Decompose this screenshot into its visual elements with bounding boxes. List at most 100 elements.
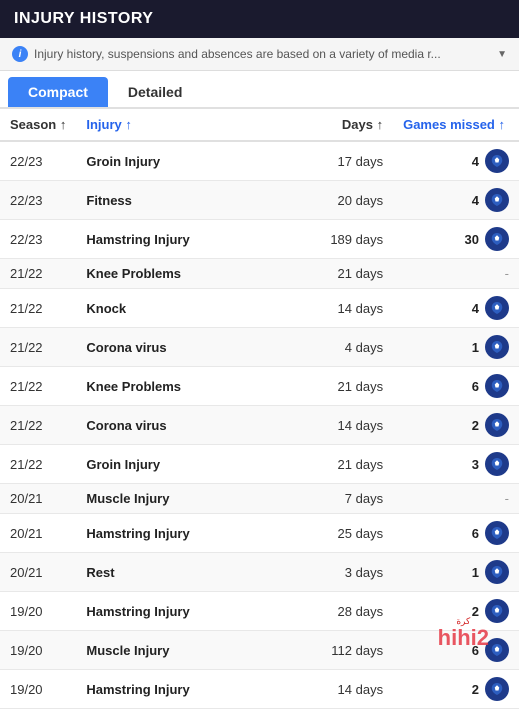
cell-days: 21 days [303, 259, 393, 289]
table-container: Season ↑ Injury ↑ Days ↑ Games missed ↑ … [0, 109, 519, 709]
injury-table: Season ↑ Injury ↑ Days ↑ Games missed ↑ … [0, 109, 519, 709]
page-header: INJURY HISTORY [0, 0, 519, 38]
games-value: - [505, 491, 509, 506]
cell-season: 22/23 [0, 220, 76, 259]
games-value: 6 [472, 526, 479, 541]
cell-days: 21 days [303, 367, 393, 406]
cell-games: 2 [393, 406, 519, 445]
games-value: 2 [472, 418, 479, 433]
cell-days: 189 days [303, 220, 393, 259]
cell-days: 4 days [303, 328, 393, 367]
table-row: 22/23 Fitness 20 days 4 [0, 181, 519, 220]
cell-days: 14 days [303, 289, 393, 328]
games-value: 4 [472, 301, 479, 316]
col-injury[interactable]: Injury ↑ [76, 109, 303, 141]
cell-season: 21/22 [0, 445, 76, 484]
club-icon [485, 296, 509, 320]
cell-days: 3 days [303, 553, 393, 592]
table-row: 20/21 Rest 3 days 1 [0, 553, 519, 592]
cell-games: 2 [393, 670, 519, 709]
info-bar: i Injury history, suspensions and absenc… [0, 38, 519, 71]
cell-days: 112 days [303, 631, 393, 670]
table-header-row: Season ↑ Injury ↑ Days ↑ Games missed ↑ [0, 109, 519, 141]
cell-injury: Knee Problems [76, 367, 303, 406]
cell-injury: Muscle Injury [76, 631, 303, 670]
tab-compact[interactable]: Compact [8, 77, 108, 107]
games-value: 1 [472, 340, 479, 355]
table-row: 20/21 Hamstring Injury 25 days 6 [0, 514, 519, 553]
cell-games: 1 [393, 553, 519, 592]
tab-detailed[interactable]: Detailed [108, 77, 202, 107]
games-value: 1 [472, 565, 479, 580]
cell-injury: Groin Injury [76, 445, 303, 484]
club-icon [485, 599, 509, 623]
table-row: 19/20 Hamstring Injury 28 days 2 [0, 592, 519, 631]
col-season[interactable]: Season ↑ [0, 109, 76, 141]
table-row: 21/22 Knock 14 days 4 [0, 289, 519, 328]
cell-season: 20/21 [0, 553, 76, 592]
cell-season: 21/22 [0, 406, 76, 445]
col-games-missed[interactable]: Games missed ↑ [393, 109, 519, 141]
cell-games: 6 [393, 514, 519, 553]
cell-games: 1 [393, 328, 519, 367]
games-value: 4 [472, 154, 479, 169]
cell-season: 19/20 [0, 631, 76, 670]
table-row: 21/22 Groin Injury 21 days 3 [0, 445, 519, 484]
cell-injury: Fitness [76, 181, 303, 220]
cell-injury: Hamstring Injury [76, 220, 303, 259]
cell-games: 4 [393, 141, 519, 181]
info-bar-left: i Injury history, suspensions and absenc… [12, 46, 441, 62]
cell-injury: Hamstring Injury [76, 514, 303, 553]
chevron-down-icon[interactable]: ▼ [497, 49, 507, 60]
col-days[interactable]: Days ↑ [303, 109, 393, 141]
info-text: Injury history, suspensions and absences… [34, 47, 441, 61]
tab-bar: Compact Detailed [0, 71, 519, 109]
page-wrapper: INJURY HISTORY i Injury history, suspens… [0, 0, 519, 709]
club-icon [485, 560, 509, 584]
table-row: 22/23 Hamstring Injury 189 days 30 [0, 220, 519, 259]
games-value: 3 [472, 457, 479, 472]
table-row: 21/22 Knee Problems 21 days 6 [0, 367, 519, 406]
games-value: 2 [472, 682, 479, 697]
cell-days: 17 days [303, 141, 393, 181]
club-icon [485, 413, 509, 437]
cell-injury: Corona virus [76, 328, 303, 367]
cell-games: - [393, 484, 519, 514]
club-icon [485, 188, 509, 212]
cell-days: 14 days [303, 406, 393, 445]
club-icon [485, 374, 509, 398]
cell-games: 3 [393, 445, 519, 484]
cell-injury: Corona virus [76, 406, 303, 445]
table-row: 21/22 Knee Problems 21 days - [0, 259, 519, 289]
cell-season: 21/22 [0, 289, 76, 328]
games-value: - [505, 266, 509, 281]
cell-days: 7 days [303, 484, 393, 514]
club-icon [485, 638, 509, 662]
cell-season: 22/23 [0, 181, 76, 220]
cell-games: 30 [393, 220, 519, 259]
cell-injury: Muscle Injury [76, 484, 303, 514]
club-icon [485, 335, 509, 359]
cell-days: 20 days [303, 181, 393, 220]
page-title: INJURY HISTORY [14, 10, 153, 27]
cell-injury: Hamstring Injury [76, 592, 303, 631]
cell-days: 28 days [303, 592, 393, 631]
games-value: 4 [472, 193, 479, 208]
table-row: 19/20 Muscle Injury 112 days 6 [0, 631, 519, 670]
club-icon [485, 227, 509, 251]
games-value: 6 [472, 379, 479, 394]
table-row: 20/21 Muscle Injury 7 days - [0, 484, 519, 514]
cell-season: 21/22 [0, 259, 76, 289]
cell-games: 4 [393, 289, 519, 328]
cell-games: 6 [393, 631, 519, 670]
cell-injury: Rest [76, 553, 303, 592]
cell-season: 22/23 [0, 141, 76, 181]
club-icon [485, 452, 509, 476]
cell-games: 4 [393, 181, 519, 220]
cell-injury: Knee Problems [76, 259, 303, 289]
cell-injury: Groin Injury [76, 141, 303, 181]
cell-injury: Knock [76, 289, 303, 328]
table-row: 21/22 Corona virus 4 days 1 [0, 328, 519, 367]
cell-season: 19/20 [0, 670, 76, 709]
cell-days: 21 days [303, 445, 393, 484]
